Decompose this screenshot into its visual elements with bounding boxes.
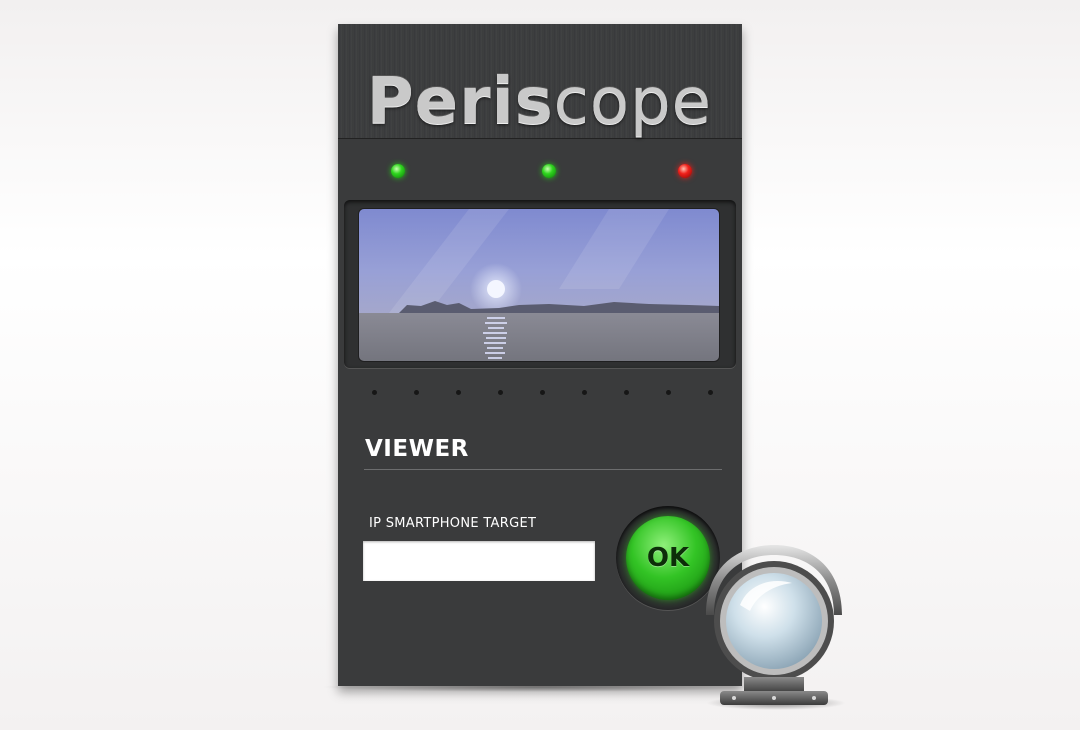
periscope-lens-icon: [700, 541, 848, 709]
section-divider: [364, 469, 722, 470]
status-led-2: [542, 164, 556, 178]
periscope-panel: Periscope VIEWER IP SMARTPHONE TARGET OK: [338, 24, 742, 686]
speaker-dot: [414, 390, 419, 395]
ok-button[interactable]: OK: [626, 516, 710, 600]
section-title: VIEWER: [365, 436, 469, 462]
speaker-dot: [540, 390, 545, 395]
speaker-dot: [498, 390, 503, 395]
viewer-frame: [344, 200, 736, 368]
speaker-dot: [456, 390, 461, 395]
moonlit-sea-scene: [359, 209, 719, 361]
app-header: Periscope: [338, 24, 742, 139]
speaker-dot: [372, 390, 377, 395]
status-led-1: [391, 164, 405, 178]
speaker-dot: [708, 390, 713, 395]
ip-address-input[interactable]: [363, 541, 595, 581]
speaker-dot: [666, 390, 671, 395]
speaker-dot: [624, 390, 629, 395]
status-lights: [338, 138, 742, 200]
ip-field-label: IP SMARTPHONE TARGET: [369, 516, 537, 531]
app-title-bold: Peris: [366, 65, 554, 139]
speaker-dots: [338, 390, 742, 400]
speaker-dot: [582, 390, 587, 395]
camera-preview-screen: [358, 208, 720, 362]
status-led-3: [678, 164, 692, 178]
app-title: Periscope: [367, 70, 712, 134]
app-title-light: cope: [553, 65, 712, 139]
